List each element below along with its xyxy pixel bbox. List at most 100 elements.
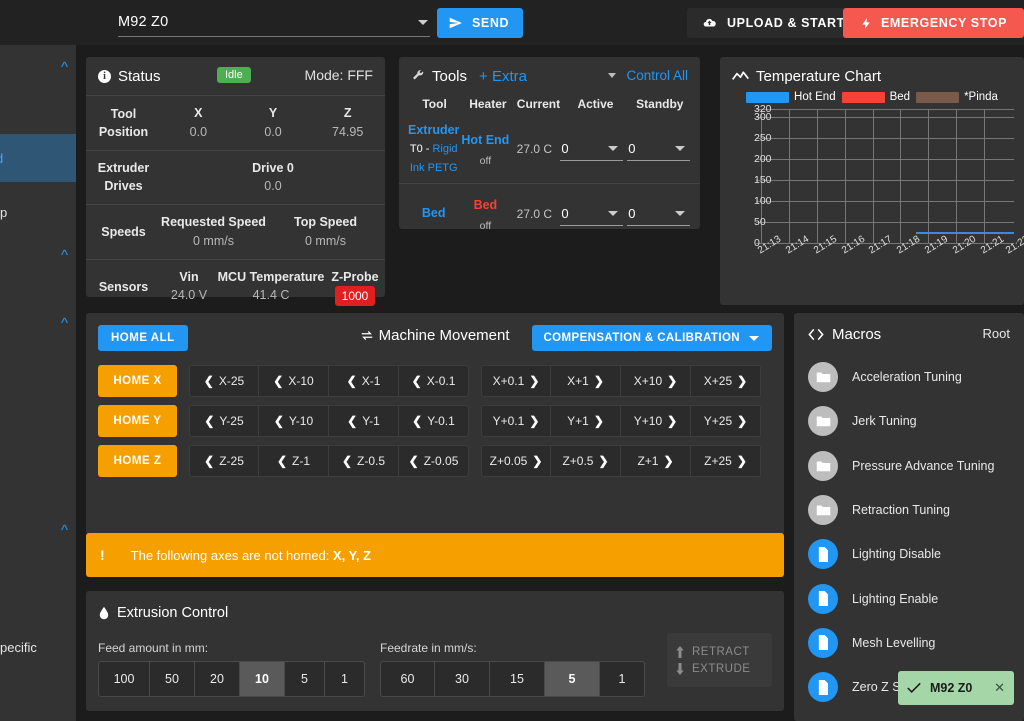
jog-z-minus-0.5[interactable]: ❮ Z-0.5: [329, 445, 399, 477]
active-temp-select[interactable]: 0: [560, 137, 624, 161]
jog-x-plus-0.1[interactable]: X+0.1 ❯: [481, 365, 551, 397]
jog-z-plus-0.05[interactable]: Z+0.05 ❯: [481, 445, 551, 477]
jog-z-plus-25[interactable]: Z+25 ❯: [691, 445, 761, 477]
tool-name-extruder[interactable]: Extruder T0 - Rigid Ink PETG: [407, 121, 460, 177]
home-z-button[interactable]: HOME Z: [98, 445, 177, 477]
status-row-label: Tool Position: [98, 106, 149, 139]
toast-notification[interactable]: M92 Z0 ✕: [898, 671, 1014, 705]
close-icon[interactable]: ✕: [994, 680, 1005, 696]
jog-x-plus-10[interactable]: X+10 ❯: [621, 365, 691, 397]
feed-option-100[interactable]: 100: [98, 661, 150, 697]
send-button[interactable]: SEND: [437, 8, 524, 38]
feed-option-10[interactable]: 10: [240, 661, 285, 697]
tools-header-standby: Standby: [636, 97, 684, 111]
macro-item-lighting-disable[interactable]: Lighting Disable: [794, 532, 1024, 576]
sidebar-text-2: pecific: [0, 637, 76, 657]
macro-item-retraction-tuning[interactable]: Retraction Tuning: [794, 488, 1024, 532]
jog-z-plus-1[interactable]: Z+1 ❯: [621, 445, 691, 477]
sidebar-item-active[interactable]: d: [0, 134, 76, 182]
chevron-down-icon[interactable]: [674, 146, 685, 151]
jog-y-plus-0.1[interactable]: Y+0.1 ❯: [481, 405, 551, 437]
chevron-up-icon[interactable]: ^: [61, 60, 68, 75]
macro-item-acceleration-tuning[interactable]: Acceleration Tuning: [794, 355, 1024, 399]
macro-item-jerk-tuning[interactable]: Jerk Tuning: [794, 399, 1024, 443]
jog-y-minus-1[interactable]: ❮ Y-1: [329, 405, 399, 437]
jog-x-minus-0.1[interactable]: ❮ X-0.1: [399, 365, 469, 397]
status-mode: Mode: FFF: [304, 67, 373, 83]
sidebar-group-3[interactable]: ^: [0, 303, 76, 343]
feed-option-5[interactable]: 5: [285, 661, 325, 697]
lightning-bolt-icon: [862, 17, 870, 29]
compensation-calibration-button[interactable]: COMPENSATION & CALIBRATION: [532, 325, 772, 351]
jog-x-plus-1[interactable]: X+1 ❯: [551, 365, 621, 397]
jog-y-plus-1[interactable]: Y+1 ❯: [551, 405, 621, 437]
jog-y-plus-10[interactable]: Y+10 ❯: [621, 405, 691, 437]
sidebar-text-1: p: [0, 202, 76, 222]
rate-option-60[interactable]: 60: [380, 661, 435, 697]
upload-button-label: UPLOAD & START: [727, 16, 845, 30]
control-all-button[interactable]: Control All: [608, 68, 688, 83]
active-temp-select[interactable]: 0: [560, 202, 624, 226]
check-icon: [907, 682, 921, 693]
jog-y-minus-25[interactable]: ❮ Y-25: [189, 405, 259, 437]
macro-item-pressure-advance-tuning[interactable]: Pressure Advance Tuning: [794, 444, 1024, 488]
upload-and-start-button[interactable]: UPLOAD & START: [687, 8, 859, 38]
retract-button[interactable]: RETRACT: [675, 645, 772, 658]
jog-x-minus-1[interactable]: ❮ X-1: [329, 365, 399, 397]
code-icon: [808, 328, 824, 340]
feed-option-50[interactable]: 50: [150, 661, 195, 697]
chevron-right-icon: ❯: [737, 414, 748, 428]
jog-y-minus-0.1[interactable]: ❮ Y-0.1: [399, 405, 469, 437]
rate-option-30[interactable]: 30: [435, 661, 490, 697]
extrude-label: EXTRUDE: [692, 662, 751, 675]
sidebar-group-4[interactable]: ^: [0, 510, 76, 550]
tool-heater-hotend[interactable]: Hot End off: [460, 131, 510, 167]
chevron-up-icon[interactable]: ^: [61, 248, 68, 263]
standby-temp-select[interactable]: 0: [627, 202, 690, 226]
status-cell: Top Speed 0 mm/s: [266, 213, 385, 251]
status-title: i Status: [98, 68, 161, 85]
jog-x-minus-10[interactable]: ❮ X-10: [259, 365, 329, 397]
tool-current-temp: 27.0 C: [516, 142, 553, 156]
feed-option-1[interactable]: 1: [325, 661, 365, 697]
axis-row-z: HOME Z ❮ Z-25 ❮ Z-1 ❮ Z-0.5 ❮ Z-0.05 Z+0.05 ❯…: [98, 445, 772, 477]
status-cell-value: 0.0: [189, 124, 208, 139]
chevron-up-icon[interactable]: ^: [61, 523, 68, 538]
rate-option-15[interactable]: 15: [490, 661, 545, 697]
jog-y-minus-10[interactable]: ❮ Y-10: [259, 405, 329, 437]
macros-root-breadcrumb[interactable]: Root: [983, 326, 1010, 341]
chevron-up-icon[interactable]: ^: [61, 316, 68, 331]
wrench-icon: [413, 70, 424, 80]
sidebar-group-2[interactable]: ^: [0, 235, 76, 275]
jog-z-minus-1[interactable]: ❮ Z-1: [259, 445, 329, 477]
jog-y-plus-25[interactable]: Y+25 ❯: [691, 405, 761, 437]
rate-option-5[interactable]: 5: [545, 661, 600, 697]
jog-z-plus-0.5[interactable]: Z+0.5 ❯: [551, 445, 621, 477]
chevron-down-icon[interactable]: [608, 210, 619, 216]
chevron-down-icon[interactable]: [418, 19, 428, 25]
chevron-down-icon[interactable]: [608, 146, 619, 151]
chevron-left-icon: ❮: [411, 374, 422, 388]
jog-x-plus-25[interactable]: X+25 ❯: [691, 365, 761, 397]
jog-x-minus-25[interactable]: ❮ X-25: [189, 365, 259, 397]
extrusion-title-label: Extrusion Control: [117, 605, 229, 621]
macro-item-lighting-enable[interactable]: Lighting Enable: [794, 576, 1024, 620]
tool-name-bed[interactable]: Bed: [407, 204, 460, 222]
home-y-button[interactable]: HOME Y: [98, 405, 177, 437]
chevron-down-icon[interactable]: [608, 73, 617, 78]
macro-item-mesh-levelling[interactable]: Mesh Levelling: [794, 621, 1024, 665]
jog-z-minus-0.05[interactable]: ❮ Z-0.05: [399, 445, 469, 477]
tool-heater-bed[interactable]: Bed off: [460, 196, 510, 232]
sidebar-group-1[interactable]: ^: [0, 45, 76, 89]
chevron-down-icon[interactable]: [674, 210, 685, 216]
chevron-down-icon[interactable]: [749, 335, 759, 341]
feed-option-20[interactable]: 20: [195, 661, 240, 697]
emergency-stop-button[interactable]: EMERGENCY STOP: [843, 8, 1024, 38]
standby-temp-select[interactable]: 0: [627, 137, 690, 161]
jog-z-minus-25[interactable]: ❮ Z-25: [189, 445, 259, 477]
home-x-button[interactable]: HOME X: [98, 365, 177, 397]
gcode-input[interactable]: M92 Z0: [118, 8, 430, 37]
tools-extra-link[interactable]: + Extra: [479, 68, 527, 85]
rate-option-1[interactable]: 1: [600, 661, 645, 697]
extrude-button[interactable]: EXTRUDE: [675, 662, 772, 675]
